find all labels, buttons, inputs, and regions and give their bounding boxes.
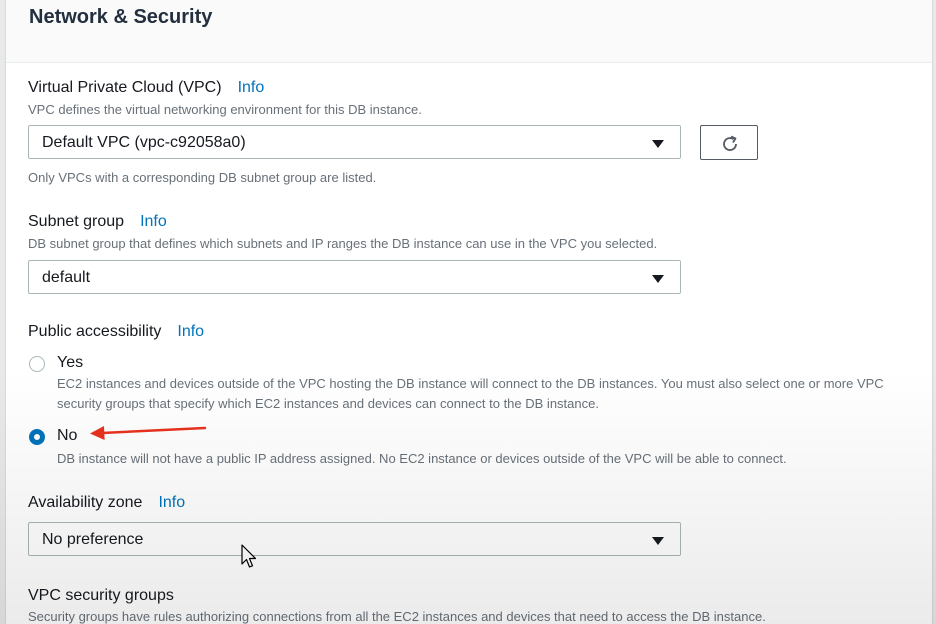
subnet-group-select[interactable]: default xyxy=(28,260,681,294)
availability-zone-label: Availability zone xyxy=(28,494,143,511)
vpc-select[interactable]: Default VPC (vpc-c92058a0) xyxy=(28,125,681,159)
vpc-label: Virtual Private Cloud (VPC) xyxy=(28,79,222,96)
subnet-group-selected-value: default xyxy=(42,269,91,286)
section-title: Network & Security xyxy=(29,6,213,28)
caret-down-icon xyxy=(652,537,664,545)
public-accessibility-label-row: Public accessibility Info xyxy=(28,323,204,341)
radio-no-label[interactable]: No xyxy=(57,427,77,445)
vpc-security-groups-label: VPC security groups xyxy=(28,587,174,604)
availability-zone-selected-value: No preference xyxy=(42,531,144,548)
subnet-group-label: Subnet group xyxy=(28,213,125,230)
radio-no-description: DB instance will not have a public IP ad… xyxy=(57,451,787,466)
vpc-selected-value: Default VPC (vpc-c92058a0) xyxy=(42,134,246,151)
vpc-refresh-button[interactable] xyxy=(700,125,758,160)
public-accessibility-info-link[interactable]: Info xyxy=(177,323,204,340)
radio-yes-description: EC2 instances and devices outside of the… xyxy=(57,376,884,411)
vpc-label-row: Virtual Private Cloud (VPC) Info xyxy=(28,79,264,97)
radio-yes-label[interactable]: Yes xyxy=(57,354,83,372)
annotation-arrow-icon xyxy=(90,426,207,440)
availability-zone-label-row: Availability zone Info xyxy=(28,494,185,512)
subnet-group-label-row: Subnet group Info xyxy=(28,213,167,231)
availability-zone-info-link[interactable]: Info xyxy=(158,494,185,511)
vpc-hint: Only VPCs with a corresponding DB subnet… xyxy=(28,170,377,185)
vpc-info-link[interactable]: Info xyxy=(238,79,265,96)
subnet-group-info-link[interactable]: Info xyxy=(140,213,167,230)
public-accessibility-label: Public accessibility xyxy=(28,323,162,340)
availability-zone-select[interactable]: No preference xyxy=(28,522,681,556)
vpc-description: VPC defines the virtual networking envir… xyxy=(28,102,422,117)
panel-header: Network & Security xyxy=(6,0,932,63)
mouse-cursor-icon xyxy=(241,544,257,568)
caret-down-icon xyxy=(652,275,664,283)
refresh-icon xyxy=(723,135,737,151)
subnet-group-description: DB subnet group that defines which subne… xyxy=(28,236,658,251)
radio-no[interactable] xyxy=(29,429,45,445)
radio-yes[interactable] xyxy=(29,356,45,372)
caret-down-icon xyxy=(652,140,664,148)
vpc-security-groups-description: Security groups have rules authorizing c… xyxy=(28,609,766,624)
